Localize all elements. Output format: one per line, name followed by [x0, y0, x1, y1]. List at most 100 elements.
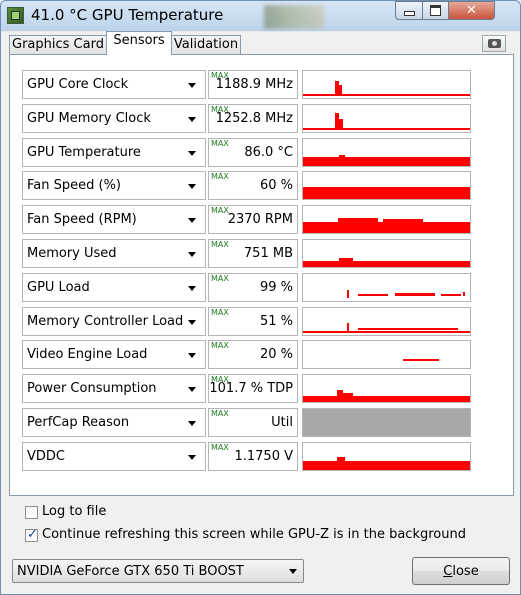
gpuz-window: 41.0 °C GPU Temperature ✕ Graphics Card …: [0, 0, 521, 595]
max-indicator: MAX: [211, 240, 229, 249]
chevron-down-icon: [188, 319, 196, 325]
sensor-row-fan-speed-rpm: Fan Speed (RPM) MAX 2370 RPM: [22, 205, 482, 235]
graph-bar: [347, 289, 349, 298]
chevron-down-icon: [188, 83, 196, 88]
screenshot-button[interactable]: [482, 35, 506, 52]
max-indicator: MAX: [211, 273, 229, 283]
graph-bar: [303, 396, 470, 403]
graph-bar: [403, 359, 439, 362]
sensor-name: PerfCap Reason: [27, 415, 130, 430]
graph-bar: [335, 81, 339, 95]
minimize-button[interactable]: [395, 1, 423, 20]
graph-bar: [441, 293, 461, 296]
graph-bar: [339, 258, 353, 261]
sensor-name: GPU Temperature: [27, 144, 141, 160]
maximize-icon: [430, 5, 441, 16]
chevron-down-icon: [289, 569, 297, 574]
graph-bar: [303, 409, 470, 436]
sensor-value: 1188.9 MHz: [215, 77, 293, 92]
window-title: 41.0 °C GPU Temperature: [31, 6, 224, 24]
chevron-down-icon: [188, 353, 196, 359]
sensor-value: 2370 RPM: [227, 212, 293, 228]
graph-bar: [303, 460, 470, 470]
sensor-graph: [302, 239, 471, 268]
sensor-name: Memory Used: [27, 246, 117, 261]
sensor-value-box: MAX Util: [208, 408, 298, 437]
chevron-down-icon: [188, 285, 196, 291]
sensor-value: Util: [271, 415, 293, 430]
sensor-graph: [302, 103, 471, 133]
sensor-graph: [302, 137, 471, 167]
sensor-graph-svg: [303, 112, 470, 130]
sensor-name-dropdown[interactable]: Video Engine Load: [22, 340, 206, 370]
sensor-graph-svg: [303, 258, 470, 267]
sensor-name-dropdown[interactable]: GPU Core Clock: [22, 70, 206, 99]
close-window-button[interactable]: ✕: [448, 1, 495, 20]
sensor-name: Video Engine Load: [27, 347, 148, 363]
gpu-select[interactable]: NVIDIA GeForce GTX 650 Ti BOOST: [12, 559, 304, 583]
sensor-row-gpu-memory-clock: GPU Memory Clock MAX 1252.8 MHz: [22, 103, 482, 133]
sensor-name: Fan Speed (RPM): [27, 212, 137, 228]
max-indicator: MAX: [211, 409, 229, 418]
sensor-name-dropdown[interactable]: Fan Speed (%): [22, 171, 206, 201]
graph-bar: [303, 261, 470, 267]
max-indicator: MAX: [211, 307, 229, 317]
camera-icon: [487, 39, 501, 48]
sensor-value-box: MAX 1252.8 MHz: [208, 103, 298, 133]
chevron-down-icon: [188, 252, 196, 257]
sensor-graph: [302, 408, 471, 437]
close-button[interactable]: Close: [412, 557, 510, 585]
sensor-name-dropdown[interactable]: GPU Load: [22, 272, 206, 302]
graph-bar: [303, 127, 470, 130]
sensor-graph: [302, 272, 471, 302]
sensor-row-power-consumption: Power Consumption MAX 101.7 % TDP: [22, 374, 482, 404]
log-to-file-checkbox[interactable]: [25, 506, 38, 519]
sensor-value: 86.0 °C: [244, 144, 293, 160]
sensor-value: 1.1750 V: [234, 448, 293, 464]
sensor-name-dropdown[interactable]: Fan Speed (RPM): [22, 205, 206, 235]
max-indicator: MAX: [211, 172, 229, 182]
sensors-panel: GPU Core Clock MAX 1188.9 MHz GPU Memory Cl…: [9, 54, 514, 496]
sensor-graph: [302, 171, 471, 201]
sensor-graph: [302, 205, 471, 235]
close-icon: ✕: [466, 3, 477, 18]
sensor-name-dropdown[interactable]: PerfCap Reason: [22, 408, 206, 437]
sensor-name: Power Consumption: [27, 381, 157, 397]
graph-bar: [343, 393, 353, 397]
tab-graphics-card[interactable]: Graphics Card: [9, 35, 107, 54]
sensor-name: Memory Controller Load: [27, 313, 184, 329]
sensor-graph-svg: [303, 187, 470, 200]
sensor-name-dropdown[interactable]: GPU Temperature: [22, 137, 206, 167]
sensor-value: 51 %: [259, 313, 293, 329]
sensor-value: 20 %: [259, 347, 293, 363]
sensor-row-vddc: VDDC MAX 1.1750 V: [22, 441, 482, 471]
max-indicator: MAX: [211, 442, 229, 452]
sensor-graph-svg: [303, 390, 470, 403]
title-bar[interactable]: 41.0 °C GPU Temperature ✕: [1, 1, 520, 31]
sensor-value: 60 %: [259, 178, 293, 194]
continue-refreshing-checkbox[interactable]: ✓: [25, 527, 38, 542]
tab-validation[interactable]: Validation: [171, 35, 241, 54]
graph-bar: [338, 218, 378, 223]
sensor-name-dropdown[interactable]: Memory Used: [22, 239, 206, 268]
sensor-graph-svg: [303, 154, 470, 166]
sensor-name: GPU Core Clock: [27, 77, 129, 92]
sensor-row-memory-used: Memory Used MAX 751 MB: [22, 239, 482, 268]
gpuz-app-icon[interactable]: [7, 7, 24, 24]
maximize-button[interactable]: [422, 1, 449, 20]
sensor-name-dropdown[interactable]: VDDC: [22, 441, 206, 471]
graph-bar: [339, 118, 343, 129]
sensor-name-dropdown[interactable]: GPU Memory Clock: [22, 103, 206, 133]
sensor-name-dropdown[interactable]: Memory Controller Load: [22, 306, 206, 336]
sensor-name: GPU Memory Clock: [27, 110, 151, 126]
chevron-down-icon: [188, 184, 196, 190]
chevron-down-icon: [188, 454, 196, 460]
tab-sensors[interactable]: Sensors: [106, 31, 172, 55]
chevron-down-icon: [188, 150, 196, 156]
sensor-name-dropdown[interactable]: Power Consumption: [22, 374, 206, 404]
chevron-down-icon: [188, 421, 196, 426]
sensor-graph: [302, 70, 471, 99]
sensor-graph-svg: [303, 409, 470, 436]
continue-refreshing-label: Continue refreshing this screen while GP…: [42, 527, 466, 542]
sensor-graph-svg: [403, 359, 439, 362]
